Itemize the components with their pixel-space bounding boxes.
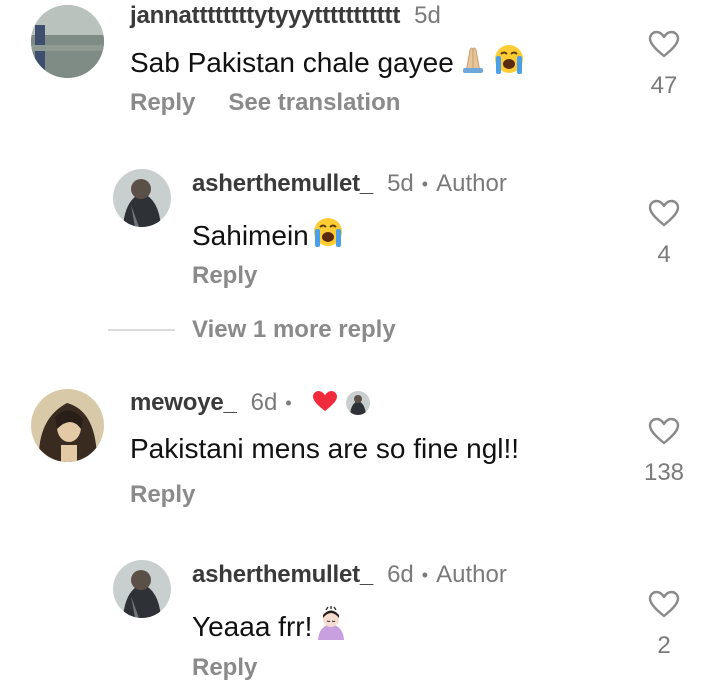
reply-button[interactable]: Reply <box>192 262 257 290</box>
comment-text-row: Sab Pakistan chale gayee <box>130 42 526 83</box>
author-badge: Author <box>436 170 507 197</box>
comment-time: 5d <box>414 2 441 29</box>
separator-dot: • <box>421 173 429 194</box>
comment-text: Yeaaa frr! <box>192 610 313 642</box>
reply-button[interactable]: Reply <box>192 654 257 682</box>
like-button[interactable]: 4 <box>634 199 694 269</box>
comment-text-row: Pakistani mens are so fine ngl!! <box>130 433 519 465</box>
folded-hands-emoji <box>456 44 490 81</box>
like-button[interactable]: 2 <box>634 590 694 660</box>
reply-button[interactable]: Reply <box>130 89 195 117</box>
loudly-crying-face-emoji <box>311 215 345 256</box>
comment-text-row: Sahimein <box>192 215 345 256</box>
comment-time: 6d <box>250 389 278 416</box>
author-badge: Author <box>436 561 507 588</box>
heart-outline-icon <box>648 417 680 445</box>
comment-username[interactable]: mewoye_ <box>130 389 237 417</box>
comment-text: Sahimein <box>192 219 309 251</box>
woman-bowing-emoji <box>314 606 348 647</box>
like-button[interactable]: 138 <box>634 417 694 487</box>
creator-avatar <box>345 391 370 415</box>
comment-text: Pakistani mens are so fine ngl!! <box>130 433 520 464</box>
avatar[interactable] <box>113 560 171 618</box>
see-translation-button[interactable]: See translation <box>228 89 400 117</box>
heart-outline-icon <box>648 199 680 227</box>
comment-username[interactable]: asherthemullet_ <box>192 170 373 198</box>
avatar[interactable] <box>31 5 104 78</box>
comment-time: 6d <box>387 561 414 588</box>
comment-text-row: Yeaaa frr! <box>192 606 348 647</box>
like-button[interactable]: 47 <box>634 30 694 100</box>
separator-dot: • <box>421 564 429 585</box>
heart-outline-icon <box>648 30 680 58</box>
like-count: 2 <box>657 632 671 659</box>
red-heart-icon <box>312 390 338 417</box>
comment-username[interactable]: asherthemullet_ <box>192 561 373 589</box>
loudly-crying-face-emoji <box>492 42 526 83</box>
heart-outline-icon <box>648 590 680 618</box>
view-more-replies[interactable]: View 1 more reply <box>108 316 396 344</box>
view-more-replies-label[interactable]: View 1 more reply <box>192 316 396 344</box>
comment-time: 5d <box>387 170 414 197</box>
thread-divider <box>108 329 175 331</box>
like-count: 47 <box>650 72 678 99</box>
avatar[interactable] <box>113 169 171 227</box>
separator-dot: • <box>285 392 292 413</box>
reply-button[interactable]: Reply <box>130 481 195 509</box>
like-count: 138 <box>643 459 685 486</box>
avatar[interactable] <box>31 389 104 462</box>
like-count: 4 <box>657 241 671 268</box>
comment-text: Sab Pakistan chale gayee <box>130 46 454 78</box>
comment-username[interactable]: jannattttttttytyyyttttttttttt <box>130 2 400 30</box>
